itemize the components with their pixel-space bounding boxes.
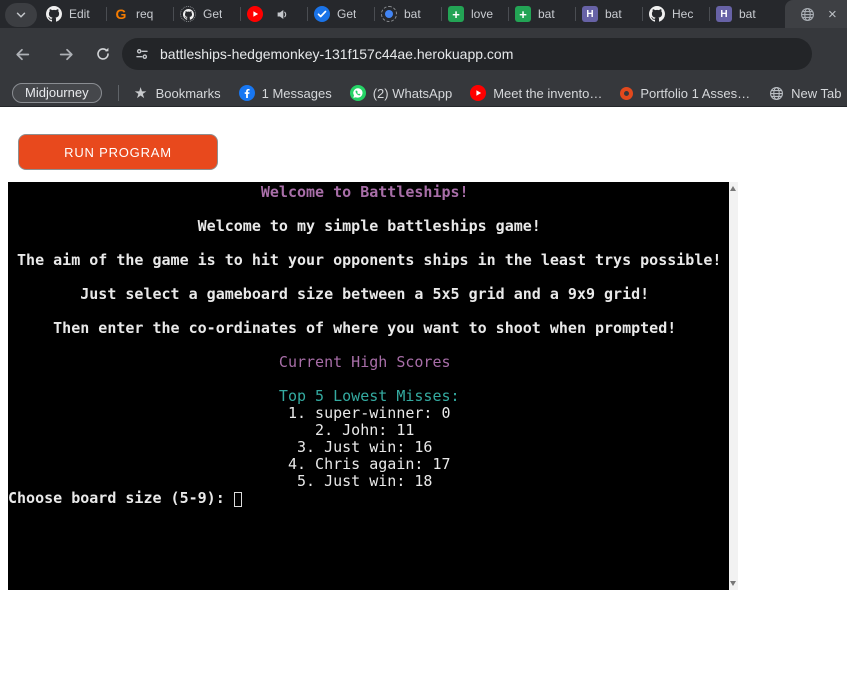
terminal-line: Choose board size (5-9):	[8, 490, 729, 507]
tab-label: love	[471, 7, 493, 21]
heroku-icon: H	[582, 6, 598, 22]
address-bar[interactable]: battleships-hedgemonkey-131f157c44ae.her…	[122, 38, 812, 70]
terminal-line: Current High Scores	[8, 354, 729, 371]
orange-g-icon: G	[113, 6, 129, 22]
url-text: battleships-hedgemonkey-131f157c44ae.her…	[160, 46, 513, 62]
terminal-cursor	[234, 492, 242, 507]
blue-dashed-icon	[381, 6, 397, 22]
tab-audio[interactable]	[241, 0, 307, 28]
forward-button[interactable]	[52, 40, 80, 68]
terminal-line: 4. Chris again: 17	[8, 456, 729, 473]
tab-list: EditGreqGetGetbat+love+batHbatHecHbat	[40, 0, 776, 28]
globe-icon	[768, 85, 784, 101]
site-settings-icon[interactable]	[134, 46, 150, 62]
terminal-line: 3. Just win: 16	[8, 439, 729, 456]
tab-req[interactable]: Greq	[107, 0, 173, 28]
tab-Get[interactable]: Get	[308, 0, 374, 28]
bookmark-label: New Tab	[791, 86, 841, 101]
youtube-icon	[470, 85, 486, 101]
bookmark-meet-the-invento-[interactable]: Meet the invento…	[470, 85, 602, 101]
terminal-line: 2. John: 11	[8, 422, 729, 439]
bookmarks-bar: Midjourney ★ Bookmarks 1 Messages (2) Whats…	[0, 80, 847, 107]
bookmark-portfolio-1-asses-[interactable]: Portfolio 1 Asses…	[620, 86, 750, 101]
tab-Get[interactable]: Get	[174, 0, 240, 28]
bookmark-list: ★ Bookmarks 1 Messages (2) WhatsApp Meet the…	[133, 85, 847, 101]
terminal-line: 5. Just win: 18	[8, 473, 729, 490]
tab-label: bat	[404, 7, 421, 21]
bookmarks-separator	[118, 85, 119, 101]
tab-bat[interactable]: + bat	[509, 0, 575, 28]
github-icon	[649, 6, 665, 22]
bookmark-label: Meet the invento…	[493, 86, 602, 101]
terminal-line: Just select a gameboard size between a 5…	[8, 286, 729, 303]
terminal-scrollbar[interactable]	[729, 182, 738, 590]
tab-label: Hec	[672, 7, 693, 21]
blue-badge-icon	[314, 6, 330, 22]
chevron-down-icon	[13, 7, 29, 23]
heroku-icon: H	[716, 6, 732, 22]
tab-love[interactable]: + love	[442, 0, 508, 28]
reload-button[interactable]	[89, 40, 117, 68]
terminal-line	[8, 371, 729, 388]
bookmark-label: Bookmarks	[156, 86, 221, 101]
browser-toolbar: battleships-hedgemonkey-131f157c44ae.her…	[0, 28, 847, 80]
speaker-icon	[276, 6, 289, 22]
tab-label: Get	[203, 7, 222, 21]
facebook-icon	[239, 85, 255, 101]
tab-Edit[interactable]: Edit	[40, 0, 106, 28]
terminal-line	[8, 303, 729, 320]
tab-strip: EditGreqGetGetbat+love+batHbatHecHbat ×	[0, 0, 847, 28]
green-plus-icon: +	[515, 6, 531, 22]
terminal-widget: Welcome to Battleships! Welcome to my si…	[8, 182, 738, 590]
terminal-line: Then enter the co-ordinates of where you…	[8, 320, 729, 337]
tab-label: bat	[739, 7, 756, 21]
green-plus-icon: +	[448, 6, 464, 22]
tab-Hec[interactable]: Hec	[643, 0, 709, 28]
github-dashed-icon	[180, 6, 196, 22]
web-page: RUN PROGRAM Welcome to Battleships! Welc…	[0, 107, 847, 696]
terminal-line	[8, 201, 729, 218]
star-icon: ★	[133, 85, 149, 101]
active-tab[interactable]: ×	[785, 0, 847, 28]
terminal-line	[8, 235, 729, 252]
scroll-down-icon[interactable]	[730, 581, 736, 586]
terminal-line	[8, 337, 729, 354]
terminal-output[interactable]: Welcome to Battleships! Welcome to my si…	[8, 182, 729, 590]
tab-bat[interactable]: bat	[375, 0, 441, 28]
tab-label: Get	[337, 7, 356, 21]
terminal-line: Welcome to Battleships!	[8, 184, 729, 201]
bookmark-bookmarks[interactable]: ★ Bookmarks	[133, 85, 221, 101]
terminal-line: 1. super-winner: 0	[8, 405, 729, 422]
terminal-line: Welcome to my simple battleships game!	[8, 218, 729, 235]
terminal-line	[8, 269, 729, 286]
scroll-up-icon[interactable]	[730, 186, 736, 191]
orange-ring-icon	[620, 87, 633, 100]
bookmark-label: (2) WhatsApp	[373, 86, 452, 101]
tab-bat[interactable]: Hbat	[576, 0, 642, 28]
bookmark-label: Portfolio 1 Asses…	[640, 86, 750, 101]
close-tab-icon[interactable]: ×	[828, 7, 837, 22]
whatsapp-icon	[350, 85, 366, 101]
run-program-button[interactable]: RUN PROGRAM	[18, 134, 218, 170]
back-button[interactable]	[8, 40, 36, 68]
tab-label: Edit	[69, 7, 90, 21]
bookmark-new-tab[interactable]: New Tab	[768, 85, 841, 101]
youtube-icon	[247, 6, 263, 22]
bookmark--2-whatsapp[interactable]: (2) WhatsApp	[350, 85, 452, 101]
bookmark-1-messages[interactable]: 1 Messages	[239, 85, 332, 101]
tab-label: bat	[538, 7, 555, 21]
tab-search-button[interactable]	[5, 3, 37, 27]
tab-bat[interactable]: Hbat	[710, 0, 776, 28]
terminal-line: Top 5 Lowest Misses:	[8, 388, 729, 405]
globe-icon	[799, 6, 815, 22]
terminal-line: The aim of the game is to hit your oppon…	[8, 252, 729, 269]
github-icon	[46, 6, 62, 22]
tab-label: bat	[605, 7, 622, 21]
tab-group-chip[interactable]: Midjourney	[12, 83, 102, 103]
bookmark-label: 1 Messages	[262, 86, 332, 101]
tab-label: req	[136, 7, 153, 21]
